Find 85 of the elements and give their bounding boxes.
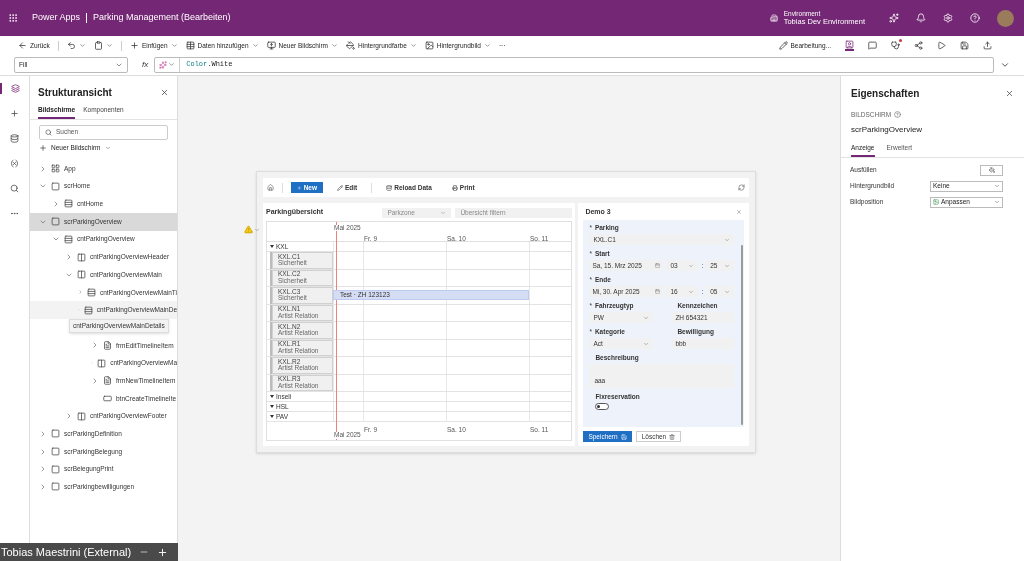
search-icon — [10, 184, 19, 193]
app-button[interactable] — [845, 40, 854, 51]
building-icon — [769, 14, 778, 22]
bell-icon[interactable] — [916, 13, 926, 23]
comment-icon — [868, 41, 877, 50]
stethoscope-icon — [891, 41, 900, 50]
screen-icon — [51, 181, 60, 191]
app-launcher-icon[interactable] — [8, 13, 18, 23]
toggle-switch[interactable] — [595, 403, 610, 410]
app-icon — [845, 40, 854, 49]
monitor-icon — [266, 41, 276, 50]
play-button[interactable] — [937, 41, 946, 50]
image-icon — [933, 199, 939, 205]
database-icon — [10, 134, 19, 143]
pencil-icon — [778, 41, 788, 50]
publish-button[interactable] — [983, 41, 992, 50]
share-button[interactable] — [914, 41, 923, 50]
container-icon — [64, 199, 73, 209]
caret-down-icon[interactable] — [270, 245, 274, 248]
caret-down-icon[interactable] — [270, 395, 274, 398]
plus-icon — [297, 184, 302, 191]
product-name[interactable]: Power Apps — [32, 11, 81, 25]
panel-title: Eigenschaften — [851, 87, 920, 101]
container-icon — [64, 234, 73, 244]
close-icon[interactable] — [1005, 89, 1014, 98]
button-shape-icon — [103, 394, 112, 404]
checker-button[interactable] — [891, 41, 900, 50]
columns-icon — [77, 411, 86, 421]
close-icon[interactable] — [160, 88, 169, 97]
color-picker-button[interactable] — [980, 164, 1003, 176]
trash-icon — [669, 433, 676, 440]
plus-icon — [10, 109, 19, 118]
plus-icon — [39, 144, 47, 153]
fx-label: fx — [142, 58, 149, 71]
user-name: Tobias Maestrini (External) — [1, 544, 132, 560]
app-title: Parking Management (Bearbeiten) — [93, 11, 231, 25]
search-icon — [45, 128, 52, 136]
pencil-icon — [337, 184, 343, 191]
columns-icon — [77, 270, 86, 280]
undo-button[interactable] — [66, 41, 86, 50]
save-button[interactable] — [960, 41, 969, 50]
calendar-icon — [655, 263, 661, 268]
database-icon — [386, 184, 393, 191]
paint-bucket-icon — [988, 167, 995, 173]
publish-icon — [983, 41, 992, 50]
share-icon — [914, 41, 923, 50]
settings-icon[interactable] — [943, 13, 953, 23]
paint-bucket-icon — [346, 41, 355, 50]
warning-icon[interactable] — [244, 225, 253, 234]
help-icon[interactable] — [894, 111, 902, 119]
form-icon — [103, 376, 112, 386]
panel-title: Strukturansicht — [38, 86, 112, 100]
comment-button[interactable] — [868, 41, 877, 50]
back-arrow-icon — [18, 41, 27, 50]
copilot-icon[interactable] — [159, 60, 168, 69]
container-icon — [83, 305, 93, 315]
save-icon — [960, 41, 969, 50]
layers-icon — [11, 84, 20, 93]
screen-icon — [51, 217, 60, 227]
scrollbar[interactable] — [741, 245, 743, 425]
image-icon — [424, 41, 434, 50]
save-icon — [620, 433, 627, 440]
columns-icon — [97, 358, 107, 368]
clipboard-icon — [93, 41, 103, 50]
container-icon — [86, 287, 96, 297]
app-grid-icon — [51, 164, 60, 174]
refresh-icon[interactable] — [738, 184, 745, 191]
plus-icon[interactable] — [157, 546, 169, 558]
more-icon — [10, 209, 19, 218]
variable-icon — [10, 159, 19, 168]
table-icon — [185, 41, 195, 50]
plus-icon — [129, 41, 139, 50]
home-icon[interactable] — [267, 184, 274, 191]
columns-icon — [77, 252, 86, 262]
paste-button[interactable] — [93, 41, 113, 50]
control-name: scrParkingOverview — [850, 123, 924, 136]
calendar-icon — [655, 289, 661, 294]
caret-down-icon[interactable] — [270, 415, 274, 418]
undo-icon — [66, 41, 76, 50]
form-icon — [103, 340, 112, 350]
avatar[interactable] — [997, 9, 1014, 27]
close-icon[interactable] — [736, 209, 742, 215]
play-icon — [937, 41, 946, 50]
caret-down-icon[interactable] — [270, 405, 274, 408]
printer-icon — [451, 184, 458, 191]
